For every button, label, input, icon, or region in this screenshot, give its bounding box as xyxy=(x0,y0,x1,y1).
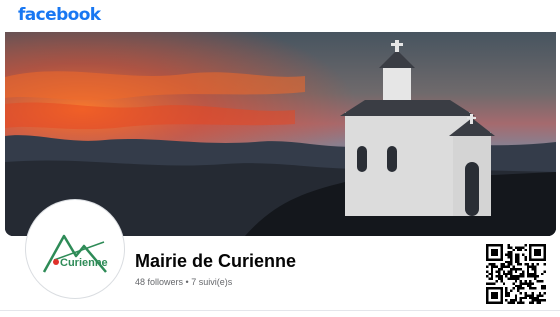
avatar-logo-text: Curienne xyxy=(60,257,108,269)
mairie-logo: Curienne xyxy=(42,234,108,273)
followers-count[interactable]: 48 followers xyxy=(135,277,183,287)
qr-code-icon[interactable] xyxy=(486,244,546,304)
facebook-logo[interactable]: facebook xyxy=(18,5,101,25)
section-divider xyxy=(0,310,560,311)
qr-code-icon-graphic xyxy=(486,244,546,304)
following-count[interactable]: 7 suivi(e)s xyxy=(191,277,232,287)
profile-avatar[interactable]: Curienne xyxy=(26,200,124,298)
page-title: Mairie de Curienne xyxy=(135,251,297,271)
top-bar: facebook xyxy=(0,0,560,32)
page-stats: 48 followers • 7 suivi(e)s xyxy=(135,277,232,287)
stats-separator: • xyxy=(183,277,192,287)
